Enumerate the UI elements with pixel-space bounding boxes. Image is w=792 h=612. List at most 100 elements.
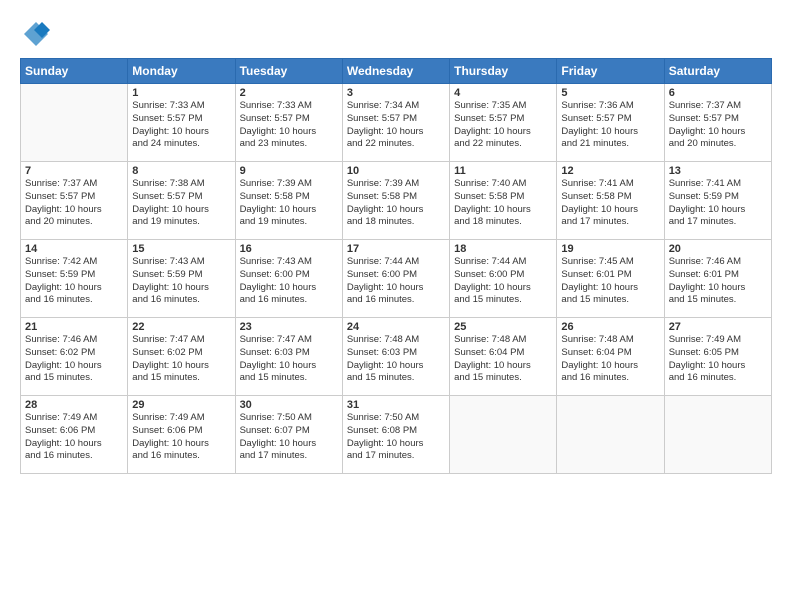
calendar-cell: 6Sunrise: 7:37 AM Sunset: 5:57 PM Daylig… (664, 84, 771, 162)
day-number: 12 (561, 165, 659, 177)
day-number: 21 (25, 321, 123, 333)
calendar-cell (450, 396, 557, 474)
day-info: Sunrise: 7:49 AM Sunset: 6:05 PM Dayligh… (669, 334, 767, 385)
day-info: Sunrise: 7:50 AM Sunset: 6:07 PM Dayligh… (240, 412, 338, 463)
calendar-cell (21, 84, 128, 162)
day-number: 24 (347, 321, 445, 333)
day-number: 5 (561, 87, 659, 99)
day-info: Sunrise: 7:50 AM Sunset: 6:08 PM Dayligh… (347, 412, 445, 463)
day-info: Sunrise: 7:37 AM Sunset: 5:57 PM Dayligh… (25, 178, 123, 229)
day-number: 27 (669, 321, 767, 333)
calendar-week-row: 1Sunrise: 7:33 AM Sunset: 5:57 PM Daylig… (21, 84, 772, 162)
day-info: Sunrise: 7:34 AM Sunset: 5:57 PM Dayligh… (347, 100, 445, 151)
calendar-cell: 3Sunrise: 7:34 AM Sunset: 5:57 PM Daylig… (342, 84, 449, 162)
calendar-cell: 22Sunrise: 7:47 AM Sunset: 6:02 PM Dayli… (128, 318, 235, 396)
day-info: Sunrise: 7:40 AM Sunset: 5:58 PM Dayligh… (454, 178, 552, 229)
day-number: 2 (240, 87, 338, 99)
calendar-cell: 26Sunrise: 7:48 AM Sunset: 6:04 PM Dayli… (557, 318, 664, 396)
day-info: Sunrise: 7:47 AM Sunset: 6:03 PM Dayligh… (240, 334, 338, 385)
day-number: 9 (240, 165, 338, 177)
day-info: Sunrise: 7:48 AM Sunset: 6:04 PM Dayligh… (454, 334, 552, 385)
weekday-header: Tuesday (235, 59, 342, 84)
day-info: Sunrise: 7:42 AM Sunset: 5:59 PM Dayligh… (25, 256, 123, 307)
calendar-cell: 25Sunrise: 7:48 AM Sunset: 6:04 PM Dayli… (450, 318, 557, 396)
calendar-cell: 12Sunrise: 7:41 AM Sunset: 5:58 PM Dayli… (557, 162, 664, 240)
calendar-cell: 24Sunrise: 7:48 AM Sunset: 6:03 PM Dayli… (342, 318, 449, 396)
day-info: Sunrise: 7:44 AM Sunset: 6:00 PM Dayligh… (347, 256, 445, 307)
calendar-cell: 18Sunrise: 7:44 AM Sunset: 6:00 PM Dayli… (450, 240, 557, 318)
day-number: 10 (347, 165, 445, 177)
day-number: 26 (561, 321, 659, 333)
calendar-cell: 20Sunrise: 7:46 AM Sunset: 6:01 PM Dayli… (664, 240, 771, 318)
day-number: 8 (132, 165, 230, 177)
day-info: Sunrise: 7:48 AM Sunset: 6:03 PM Dayligh… (347, 334, 445, 385)
calendar-cell: 30Sunrise: 7:50 AM Sunset: 6:07 PM Dayli… (235, 396, 342, 474)
header (20, 16, 772, 48)
day-info: Sunrise: 7:45 AM Sunset: 6:01 PM Dayligh… (561, 256, 659, 307)
day-number: 14 (25, 243, 123, 255)
day-number: 29 (132, 399, 230, 411)
calendar-cell: 23Sunrise: 7:47 AM Sunset: 6:03 PM Dayli… (235, 318, 342, 396)
day-number: 3 (347, 87, 445, 99)
day-number: 31 (347, 399, 445, 411)
weekday-row: SundayMondayTuesdayWednesdayThursdayFrid… (21, 59, 772, 84)
day-number: 22 (132, 321, 230, 333)
calendar: SundayMondayTuesdayWednesdayThursdayFrid… (20, 58, 772, 474)
page: SundayMondayTuesdayWednesdayThursdayFrid… (0, 0, 792, 612)
day-number: 16 (240, 243, 338, 255)
day-info: Sunrise: 7:48 AM Sunset: 6:04 PM Dayligh… (561, 334, 659, 385)
day-number: 23 (240, 321, 338, 333)
day-info: Sunrise: 7:37 AM Sunset: 5:57 PM Dayligh… (669, 100, 767, 151)
calendar-cell: 29Sunrise: 7:49 AM Sunset: 6:06 PM Dayli… (128, 396, 235, 474)
calendar-cell: 21Sunrise: 7:46 AM Sunset: 6:02 PM Dayli… (21, 318, 128, 396)
day-number: 30 (240, 399, 338, 411)
day-number: 28 (25, 399, 123, 411)
calendar-cell: 9Sunrise: 7:39 AM Sunset: 5:58 PM Daylig… (235, 162, 342, 240)
calendar-cell: 27Sunrise: 7:49 AM Sunset: 6:05 PM Dayli… (664, 318, 771, 396)
day-number: 6 (669, 87, 767, 99)
day-info: Sunrise: 7:43 AM Sunset: 6:00 PM Dayligh… (240, 256, 338, 307)
day-number: 25 (454, 321, 552, 333)
calendar-cell: 7Sunrise: 7:37 AM Sunset: 5:57 PM Daylig… (21, 162, 128, 240)
day-number: 17 (347, 243, 445, 255)
day-number: 7 (25, 165, 123, 177)
calendar-cell: 17Sunrise: 7:44 AM Sunset: 6:00 PM Dayli… (342, 240, 449, 318)
calendar-week-row: 7Sunrise: 7:37 AM Sunset: 5:57 PM Daylig… (21, 162, 772, 240)
day-info: Sunrise: 7:35 AM Sunset: 5:57 PM Dayligh… (454, 100, 552, 151)
calendar-week-row: 14Sunrise: 7:42 AM Sunset: 5:59 PM Dayli… (21, 240, 772, 318)
calendar-cell (664, 396, 771, 474)
day-number: 18 (454, 243, 552, 255)
day-number: 4 (454, 87, 552, 99)
day-info: Sunrise: 7:46 AM Sunset: 6:02 PM Dayligh… (25, 334, 123, 385)
weekday-header: Friday (557, 59, 664, 84)
day-number: 19 (561, 243, 659, 255)
day-info: Sunrise: 7:39 AM Sunset: 5:58 PM Dayligh… (240, 178, 338, 229)
calendar-cell: 31Sunrise: 7:50 AM Sunset: 6:08 PM Dayli… (342, 396, 449, 474)
day-info: Sunrise: 7:41 AM Sunset: 5:59 PM Dayligh… (669, 178, 767, 229)
day-info: Sunrise: 7:44 AM Sunset: 6:00 PM Dayligh… (454, 256, 552, 307)
day-info: Sunrise: 7:38 AM Sunset: 5:57 PM Dayligh… (132, 178, 230, 229)
weekday-header: Wednesday (342, 59, 449, 84)
day-info: Sunrise: 7:36 AM Sunset: 5:57 PM Dayligh… (561, 100, 659, 151)
day-info: Sunrise: 7:39 AM Sunset: 5:58 PM Dayligh… (347, 178, 445, 229)
calendar-cell: 13Sunrise: 7:41 AM Sunset: 5:59 PM Dayli… (664, 162, 771, 240)
day-number: 11 (454, 165, 552, 177)
calendar-cell: 16Sunrise: 7:43 AM Sunset: 6:00 PM Dayli… (235, 240, 342, 318)
calendar-cell: 19Sunrise: 7:45 AM Sunset: 6:01 PM Dayli… (557, 240, 664, 318)
day-info: Sunrise: 7:33 AM Sunset: 5:57 PM Dayligh… (240, 100, 338, 151)
calendar-week-row: 21Sunrise: 7:46 AM Sunset: 6:02 PM Dayli… (21, 318, 772, 396)
day-info: Sunrise: 7:49 AM Sunset: 6:06 PM Dayligh… (25, 412, 123, 463)
weekday-header: Saturday (664, 59, 771, 84)
day-info: Sunrise: 7:49 AM Sunset: 6:06 PM Dayligh… (132, 412, 230, 463)
day-info: Sunrise: 7:46 AM Sunset: 6:01 PM Dayligh… (669, 256, 767, 307)
weekday-header: Monday (128, 59, 235, 84)
calendar-cell: 14Sunrise: 7:42 AM Sunset: 5:59 PM Dayli… (21, 240, 128, 318)
day-number: 20 (669, 243, 767, 255)
calendar-cell: 4Sunrise: 7:35 AM Sunset: 5:57 PM Daylig… (450, 84, 557, 162)
logo-icon (22, 20, 50, 48)
calendar-cell: 2Sunrise: 7:33 AM Sunset: 5:57 PM Daylig… (235, 84, 342, 162)
calendar-cell: 8Sunrise: 7:38 AM Sunset: 5:57 PM Daylig… (128, 162, 235, 240)
day-number: 15 (132, 243, 230, 255)
calendar-cell: 5Sunrise: 7:36 AM Sunset: 5:57 PM Daylig… (557, 84, 664, 162)
calendar-cell: 15Sunrise: 7:43 AM Sunset: 5:59 PM Dayli… (128, 240, 235, 318)
